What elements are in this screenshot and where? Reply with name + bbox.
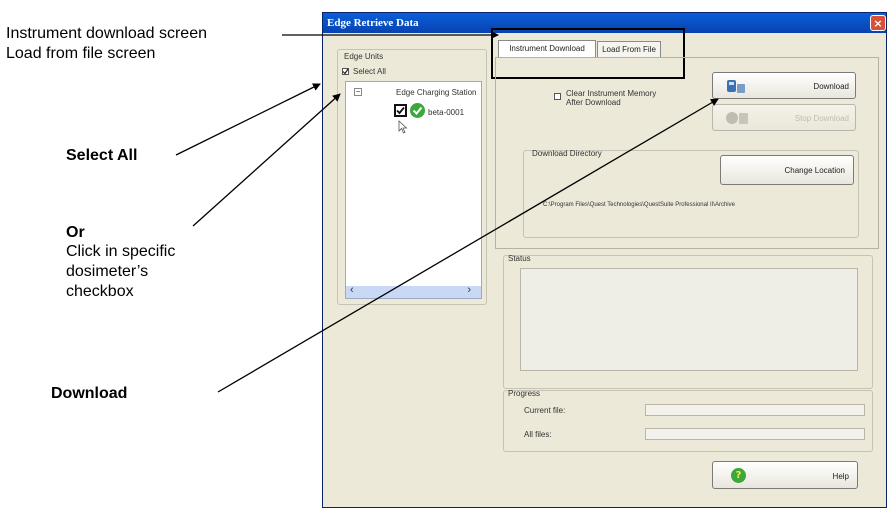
all-files-progress-bar — [645, 428, 865, 440]
device-check-mark-icon — [396, 106, 405, 115]
edge-retrieve-data-window: Edge Retrieve Data × Edge Units Select A… — [322, 12, 887, 508]
annotation-click-line2: dosimeter’s — [66, 263, 149, 280]
select-all-label: Select All — [353, 67, 386, 76]
current-file-progress-bar — [645, 404, 865, 416]
device-checkbox[interactable] — [394, 104, 407, 117]
annotation-tabs-line2: Load from file screen — [6, 45, 156, 62]
window-title: Edge Retrieve Data — [327, 17, 419, 29]
stop-device-icon — [726, 112, 748, 124]
help-button-label: Help — [832, 472, 849, 481]
clear-memory-line1: Clear Instrument Memory — [566, 89, 657, 98]
help-icon: ? — [731, 468, 746, 483]
annotation-or: Or — [66, 224, 85, 241]
clear-memory-line2: After Download — [566, 98, 621, 107]
help-button[interactable]: ? Help — [712, 461, 858, 489]
download-path-text: C:\Program Files\Quest Technologies\Ques… — [543, 202, 735, 208]
change-location-button-label: Change Location — [784, 166, 846, 175]
annotation-select-all: Select All — [66, 147, 138, 164]
edge-units-label: Edge Units — [344, 52, 384, 61]
download-directory-label: Download Directory — [532, 149, 602, 158]
annotation-download: Download — [51, 385, 128, 402]
device-label: beta-0001 — [428, 108, 465, 117]
scroll-left-icon[interactable]: ‹ — [350, 284, 354, 296]
select-all-checkbox[interactable] — [342, 68, 349, 75]
close-button[interactable]: × — [870, 15, 886, 31]
tree-horizontal-scrollbar[interactable]: ‹ › — [346, 284, 481, 298]
station-label: Edge Charging Station — [396, 88, 477, 97]
clear-memory-checkbox[interactable] — [554, 93, 561, 100]
arrow-device-checkbox — [192, 93, 341, 227]
check-mark-icon — [342, 68, 349, 75]
mouse-cursor-icon — [398, 120, 408, 134]
status-text-area — [520, 268, 858, 371]
annotation-click-line3: checkbox — [66, 283, 134, 300]
edge-units-tree[interactable]: − Edge Charging Station beta-0001 ‹ › — [345, 81, 482, 299]
status-label: Status — [508, 254, 531, 263]
download-button-label: Download — [813, 82, 849, 91]
progress-group: Progress — [503, 389, 873, 452]
stop-download-button[interactable]: Stop Download — [712, 104, 856, 131]
download-button[interactable]: Download — [712, 72, 856, 99]
arrow-select-all — [175, 83, 321, 156]
annotation-click-line1: Click in specific — [66, 243, 176, 260]
scroll-right-icon[interactable]: › — [467, 284, 471, 296]
annotation-tabs-line1: Instrument download screen — [6, 25, 207, 42]
all-files-label: All files: — [524, 430, 552, 439]
status-ok-icon — [410, 103, 425, 118]
collapse-toggle-icon[interactable]: − — [354, 88, 362, 96]
change-location-button[interactable]: Change Location — [720, 155, 854, 185]
clear-memory-label: Clear Instrument Memory After Download — [566, 89, 656, 107]
current-file-label: Current file: — [524, 406, 566, 415]
stop-download-button-label: Stop Download — [794, 114, 849, 123]
download-device-icon — [727, 80, 745, 93]
progress-label: Progress — [508, 389, 541, 398]
